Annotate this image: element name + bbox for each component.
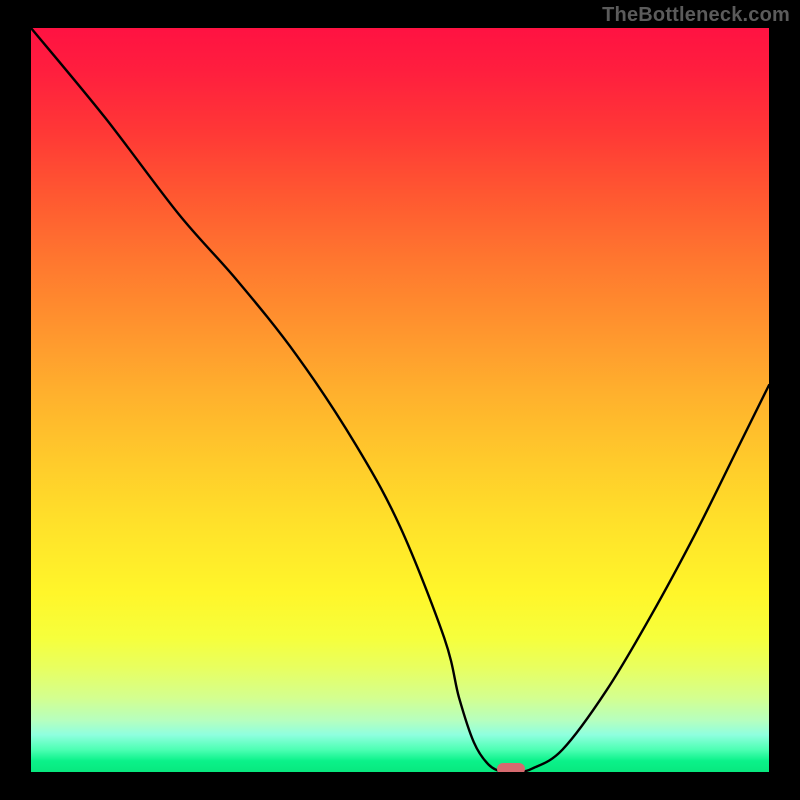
watermark-text: TheBottleneck.com bbox=[602, 4, 790, 27]
chart-frame: TheBottleneck.com bbox=[0, 0, 800, 800]
optimum-marker bbox=[497, 763, 525, 772]
bottleneck-curve bbox=[31, 28, 769, 772]
plot-area bbox=[31, 28, 769, 772]
curve-path bbox=[31, 28, 769, 772]
